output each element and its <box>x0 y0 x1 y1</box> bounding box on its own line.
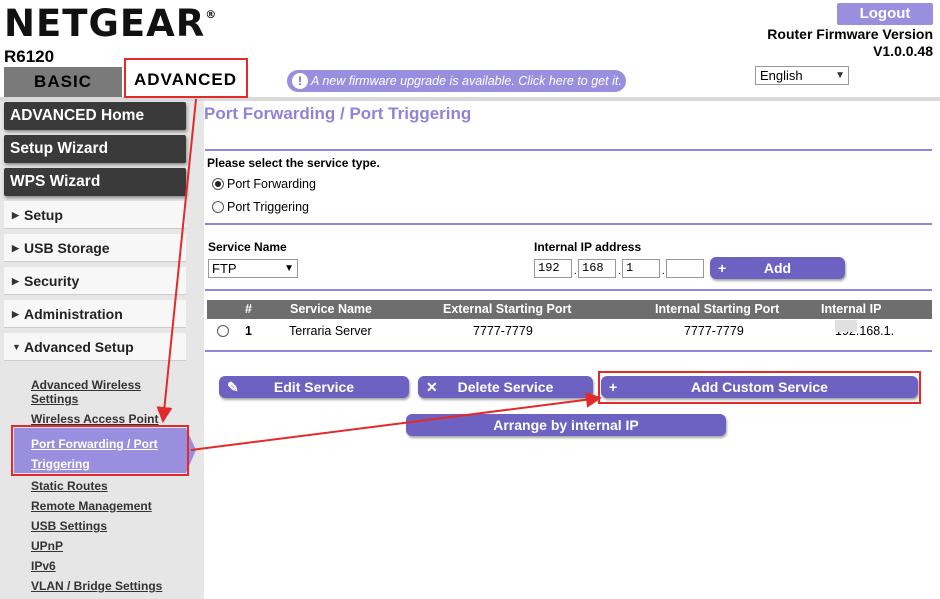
annotation-arrows <box>156 98 602 451</box>
annotation-arrow-to-port-forwarding <box>156 98 197 423</box>
annotation-arrow-to-add-custom <box>190 391 602 451</box>
